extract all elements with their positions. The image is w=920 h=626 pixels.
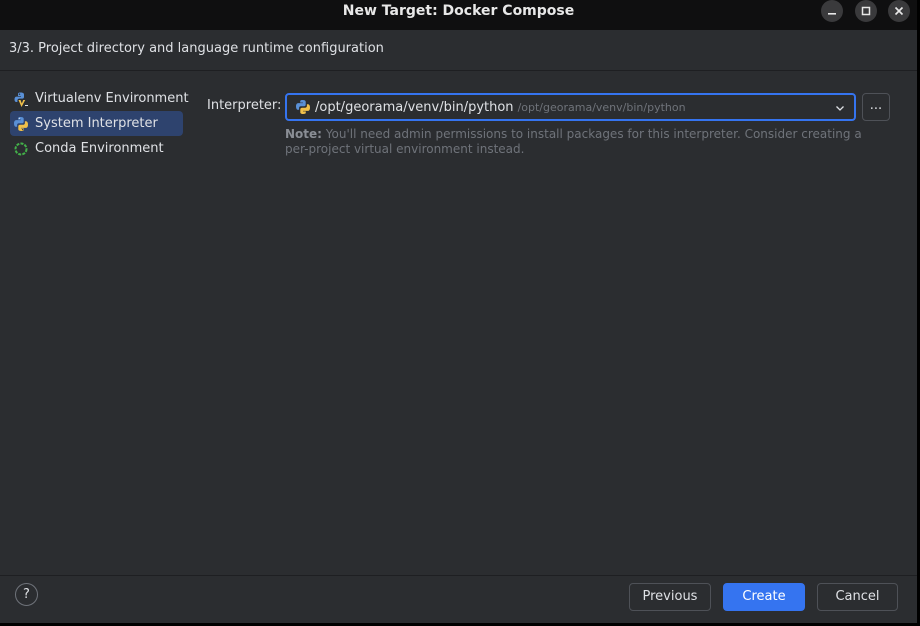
sidebar-item-conda[interactable]: Conda Environment [10, 136, 186, 161]
chevron-down-icon[interactable] [834, 102, 846, 118]
previous-button[interactable]: Previous [629, 583, 711, 611]
sidebar-item-label: Conda Environment [35, 141, 164, 156]
close-icon [894, 6, 904, 16]
minimize-button[interactable] [821, 0, 843, 22]
python-icon [13, 116, 29, 132]
minimize-icon [828, 13, 836, 15]
sidebar-item-label: Virtualenv Environment [35, 91, 189, 106]
create-button[interactable]: Create [723, 583, 805, 611]
interpreter-label: Interpreter: [207, 98, 282, 113]
title-bar: New Target: Docker Compose [0, 0, 917, 30]
interpreter-value: /opt/georama/venv/bin/python [315, 99, 514, 115]
virtualenv-icon [13, 91, 29, 107]
sidebar-item-system-interpreter[interactable]: System Interpreter [10, 111, 183, 136]
browse-interpreter-button[interactable]: ... [862, 93, 890, 121]
step-header: 3/3. Project directory and language runt… [0, 30, 917, 71]
interpreter-path-hint: /opt/georama/venv/bin/python [517, 100, 686, 114]
note-label: Note: [285, 127, 322, 141]
sidebar-item-label: System Interpreter [35, 116, 158, 131]
note-text: You'll need admin permissions to install… [285, 127, 862, 156]
interpreter-select[interactable]: /opt/georama/venv/bin/python /opt/georam… [285, 93, 856, 121]
help-button[interactable]: ? [15, 583, 38, 606]
python-icon [295, 99, 311, 115]
environment-type-list: Virtualenv Environment System Interprete… [10, 86, 189, 161]
admin-permissions-note: Note: You'll need admin permissions to i… [285, 127, 885, 157]
maximize-button[interactable] [855, 0, 877, 22]
cancel-button[interactable]: Cancel [817, 583, 898, 611]
close-button[interactable] [888, 0, 910, 22]
conda-icon [13, 141, 29, 157]
footer-divider [0, 575, 917, 576]
sidebar-item-virtualenv[interactable]: Virtualenv Environment [10, 86, 189, 111]
step-title: 3/3. Project directory and language runt… [9, 41, 384, 56]
dialog-window: New Target: Docker Compose 3/3. Project … [0, 0, 917, 623]
maximize-icon [861, 6, 871, 16]
window-title: New Target: Docker Compose [342, 3, 575, 19]
